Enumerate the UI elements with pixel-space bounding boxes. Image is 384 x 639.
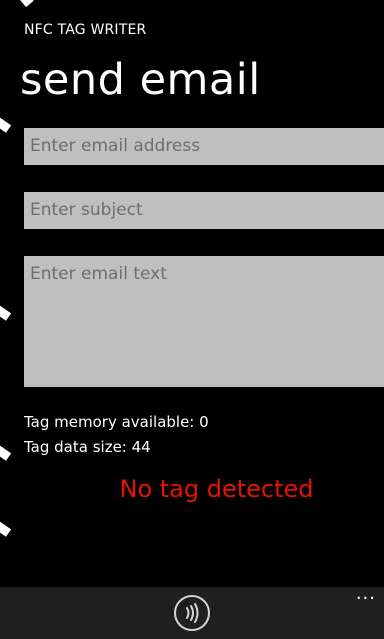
tag-memory-label: Tag memory available: 0 <box>24 413 209 431</box>
edge-mark <box>0 116 12 133</box>
screen: NFC TAG WRITER send email Enter email ad… <box>0 0 384 639</box>
nfc-icon <box>186 603 199 623</box>
subject-placeholder: Enter subject <box>30 200 143 220</box>
edge-mark <box>20 0 34 8</box>
tag-status-text: No tag detected <box>119 475 314 503</box>
more-options-button[interactable]: ... <box>356 585 376 603</box>
app-title: NFC TAG WRITER <box>24 22 147 38</box>
email-address-placeholder: Enter email address <box>30 136 201 156</box>
email-address-field[interactable]: Enter email address <box>24 128 384 165</box>
subject-field[interactable]: Enter subject <box>24 192 384 229</box>
email-text-field[interactable]: Enter email text <box>24 256 384 387</box>
edge-mark <box>0 520 12 537</box>
tag-data-size-label: Tag data size: 44 <box>24 438 151 456</box>
write-tag-button[interactable] <box>174 595 210 631</box>
page-title: send email <box>20 55 261 105</box>
app-bar: ... <box>0 585 384 639</box>
edge-mark <box>0 444 12 461</box>
edge-mark <box>0 304 12 321</box>
email-text-placeholder: Enter email text <box>30 264 167 284</box>
